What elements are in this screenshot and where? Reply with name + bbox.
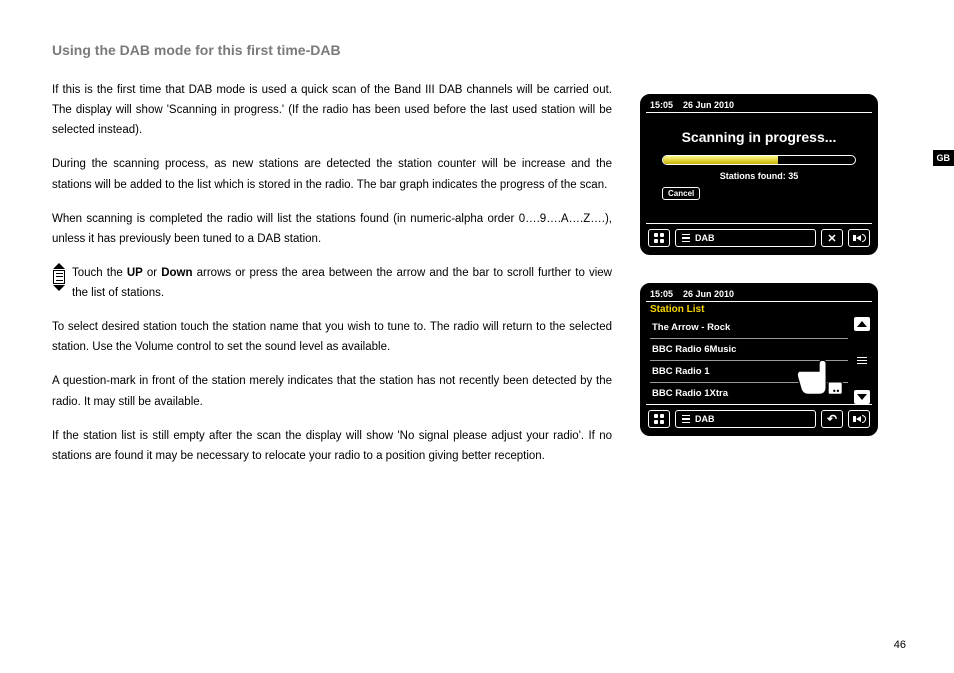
radio-scanning-figure: 15:05 26 Jun 2010 Scanning in progress..… [640,94,878,255]
chevron-down-icon [857,394,867,400]
scan-title: Scanning in progress... [654,129,864,145]
language-tab: GB [933,150,954,166]
scroll-down-button[interactable] [854,390,870,404]
apps-icon [654,414,664,424]
mode-label: DAB [695,233,715,243]
date-text: 26 Jun 2010 [683,289,734,299]
date-text: 26 Jun 2010 [683,100,734,110]
scroll-up-button[interactable] [854,317,870,331]
close-icon: ✕ [827,232,836,245]
cancel-button[interactable]: Cancel [662,187,700,200]
volume-icon [853,234,866,242]
station-list-header: Station List [642,302,876,317]
close-button[interactable]: ✕ [821,229,843,247]
paragraph: When scanning is completed the radio wil… [52,209,612,249]
paragraph: If the station list is still empty after… [52,426,612,466]
page-number: 46 [894,639,906,651]
volume-icon [853,415,866,423]
apps-button[interactable] [648,229,670,247]
volume-button[interactable] [848,410,870,428]
paragraph: To select desired station touch the stat… [52,317,612,357]
body-text: If this is the first time that DAB mode … [52,80,612,480]
paragraph: A question-mark in front of the station … [52,371,612,411]
paragraph: Touch the UP or Down arrows or press the… [72,263,612,303]
station-item[interactable]: The Arrow - Rock [650,317,848,339]
list-icon [682,415,690,424]
paragraph: If this is the first time that DAB mode … [52,80,612,140]
apps-icon [654,233,664,243]
list-icon [682,234,690,243]
clock-text: 15:05 [650,100,673,110]
back-button[interactable]: ↶ [821,410,843,428]
apps-button[interactable] [648,410,670,428]
scroll-arrows-icon [52,263,66,291]
pointing-hand-icon [792,351,846,401]
volume-button[interactable] [848,229,870,247]
mode-button[interactable]: DAB [675,410,816,428]
progress-bar [662,155,856,165]
radio-station-list-figure: 15:05 26 Jun 2010 Station List The Arrow… [640,283,878,436]
paragraph: During the scanning process, as new stat… [52,154,612,194]
mode-label: DAB [695,414,715,424]
chevron-up-icon [857,321,867,327]
clock-text: 15:05 [650,289,673,299]
scroll-track-icon [857,357,867,364]
stations-found-text: Stations found: 35 [654,171,864,181]
mode-button[interactable]: DAB [675,229,816,247]
section-title: Using the DAB mode for this first time-D… [52,42,906,58]
back-icon: ↶ [827,413,837,425]
